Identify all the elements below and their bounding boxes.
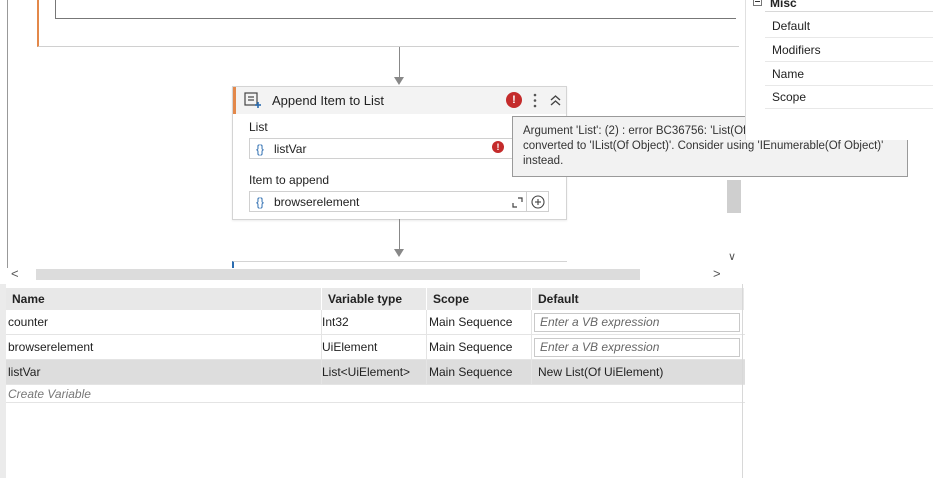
list-label: List xyxy=(249,120,268,134)
scroll-left-icon[interactable]: < xyxy=(11,266,19,281)
scroll-down-icon[interactable]: ∨ xyxy=(728,250,736,263)
column-header-default[interactable]: Default xyxy=(532,288,745,310)
create-variable-link[interactable]: Create Variable xyxy=(8,387,91,401)
variable-scope[interactable]: Main Sequence xyxy=(427,360,532,384)
variable-default[interactable]: New List(Of UiElement) xyxy=(532,360,745,384)
table-row[interactable]: counter Int32 Main Sequence Enter a VB e… xyxy=(6,310,745,335)
variable-name[interactable]: listVar xyxy=(6,360,322,384)
default-expression-input[interactable]: Enter a VB expression xyxy=(534,338,740,357)
list-field[interactable]: {} listVar ! xyxy=(249,138,549,159)
scroll-right-icon[interactable]: > xyxy=(713,266,721,281)
panel-right-border xyxy=(742,284,743,478)
tooltip-line: converted to 'IList(Of Object)'. Conside… xyxy=(523,140,884,152)
section-divider xyxy=(765,11,933,12)
default-expression-input[interactable]: Enter a VB expression xyxy=(534,313,740,332)
add-icon[interactable] xyxy=(531,195,545,209)
item-value: browserelement xyxy=(274,195,360,209)
expression-icon: {} xyxy=(256,142,265,156)
horizontal-scrollbar-thumb[interactable] xyxy=(36,269,640,280)
collapse-section-icon[interactable] xyxy=(753,0,762,6)
variable-type[interactable]: UiElement xyxy=(322,335,427,359)
property-default[interactable]: Default xyxy=(765,15,933,38)
append-list-icon xyxy=(244,92,261,108)
column-header-scope[interactable]: Scope xyxy=(427,288,532,310)
next-activity-block[interactable] xyxy=(232,261,567,268)
table-row[interactable]: browserelement UiElement Main Sequence E… xyxy=(6,335,745,360)
expand-editor-icon[interactable] xyxy=(512,197,523,208)
row-divider xyxy=(6,402,745,403)
flow-arrow-icon xyxy=(394,77,404,85)
column-header-type[interactable]: Variable type xyxy=(322,288,427,310)
list-value: listVar xyxy=(274,142,307,156)
flow-arrow-icon xyxy=(394,249,404,257)
variable-name[interactable]: counter xyxy=(6,310,322,334)
more-options-icon[interactable] xyxy=(532,93,538,108)
field-divider xyxy=(526,192,527,211)
property-name[interactable]: Name xyxy=(765,63,933,86)
flow-connector xyxy=(399,47,400,77)
tooltip-line: instead. xyxy=(523,155,564,167)
misc-section-header[interactable]: Misc xyxy=(770,0,797,10)
expression-icon: {} xyxy=(256,195,265,209)
inner-container-block xyxy=(55,0,736,19)
property-scope[interactable]: Scope xyxy=(765,86,933,109)
variables-panel: Name Variable type Scope Default counter… xyxy=(0,284,745,478)
variable-scope[interactable]: Main Sequence xyxy=(427,310,532,334)
properties-panel: Misc Default Modifiers Name Scope xyxy=(745,0,933,140)
canvas-left-border xyxy=(7,0,8,268)
variable-name[interactable]: browserelement xyxy=(6,335,322,359)
activity-title: Append Item to List xyxy=(272,93,385,108)
activity-header[interactable]: Append Item to List ! xyxy=(233,87,566,114)
error-icon[interactable]: ! xyxy=(506,92,522,108)
collapse-icon[interactable] xyxy=(549,93,562,108)
variable-type[interactable]: Int32 xyxy=(322,310,427,334)
table-row-selected[interactable]: listVar List<UiElement> Main Sequence Ne… xyxy=(6,360,745,385)
field-error-icon[interactable]: ! xyxy=(492,141,504,153)
item-to-append-field[interactable]: {} browserelement xyxy=(249,191,549,212)
variable-type[interactable]: List<UiElement> xyxy=(322,360,427,384)
variable-scope[interactable]: Main Sequence xyxy=(427,335,532,359)
item-to-append-label: Item to append xyxy=(249,173,330,187)
property-modifiers[interactable]: Modifiers xyxy=(765,39,933,62)
flow-connector xyxy=(399,219,400,250)
vertical-scrollbar-thumb[interactable] xyxy=(727,180,741,213)
column-header-name[interactable]: Name xyxy=(6,288,322,310)
